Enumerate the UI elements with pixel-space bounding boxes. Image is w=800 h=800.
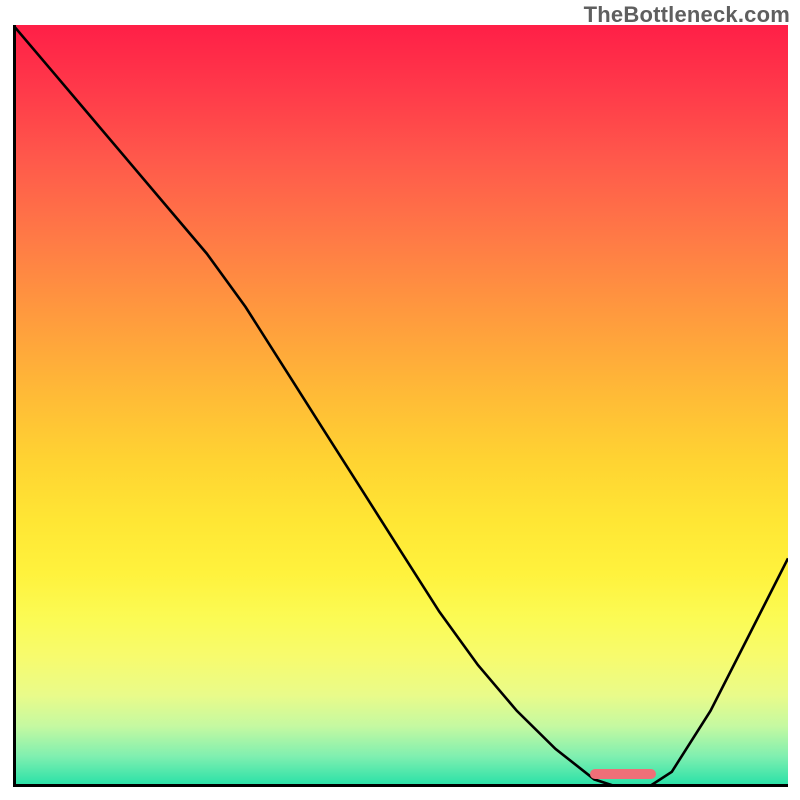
chart-stage: TheBottleneck.com [0, 0, 800, 800]
plot-area [13, 25, 788, 787]
curve-path [13, 25, 788, 787]
y-axis [13, 25, 16, 787]
x-axis [13, 784, 788, 787]
bottleneck-curve [13, 25, 788, 787]
optimal-range-marker [590, 769, 656, 779]
